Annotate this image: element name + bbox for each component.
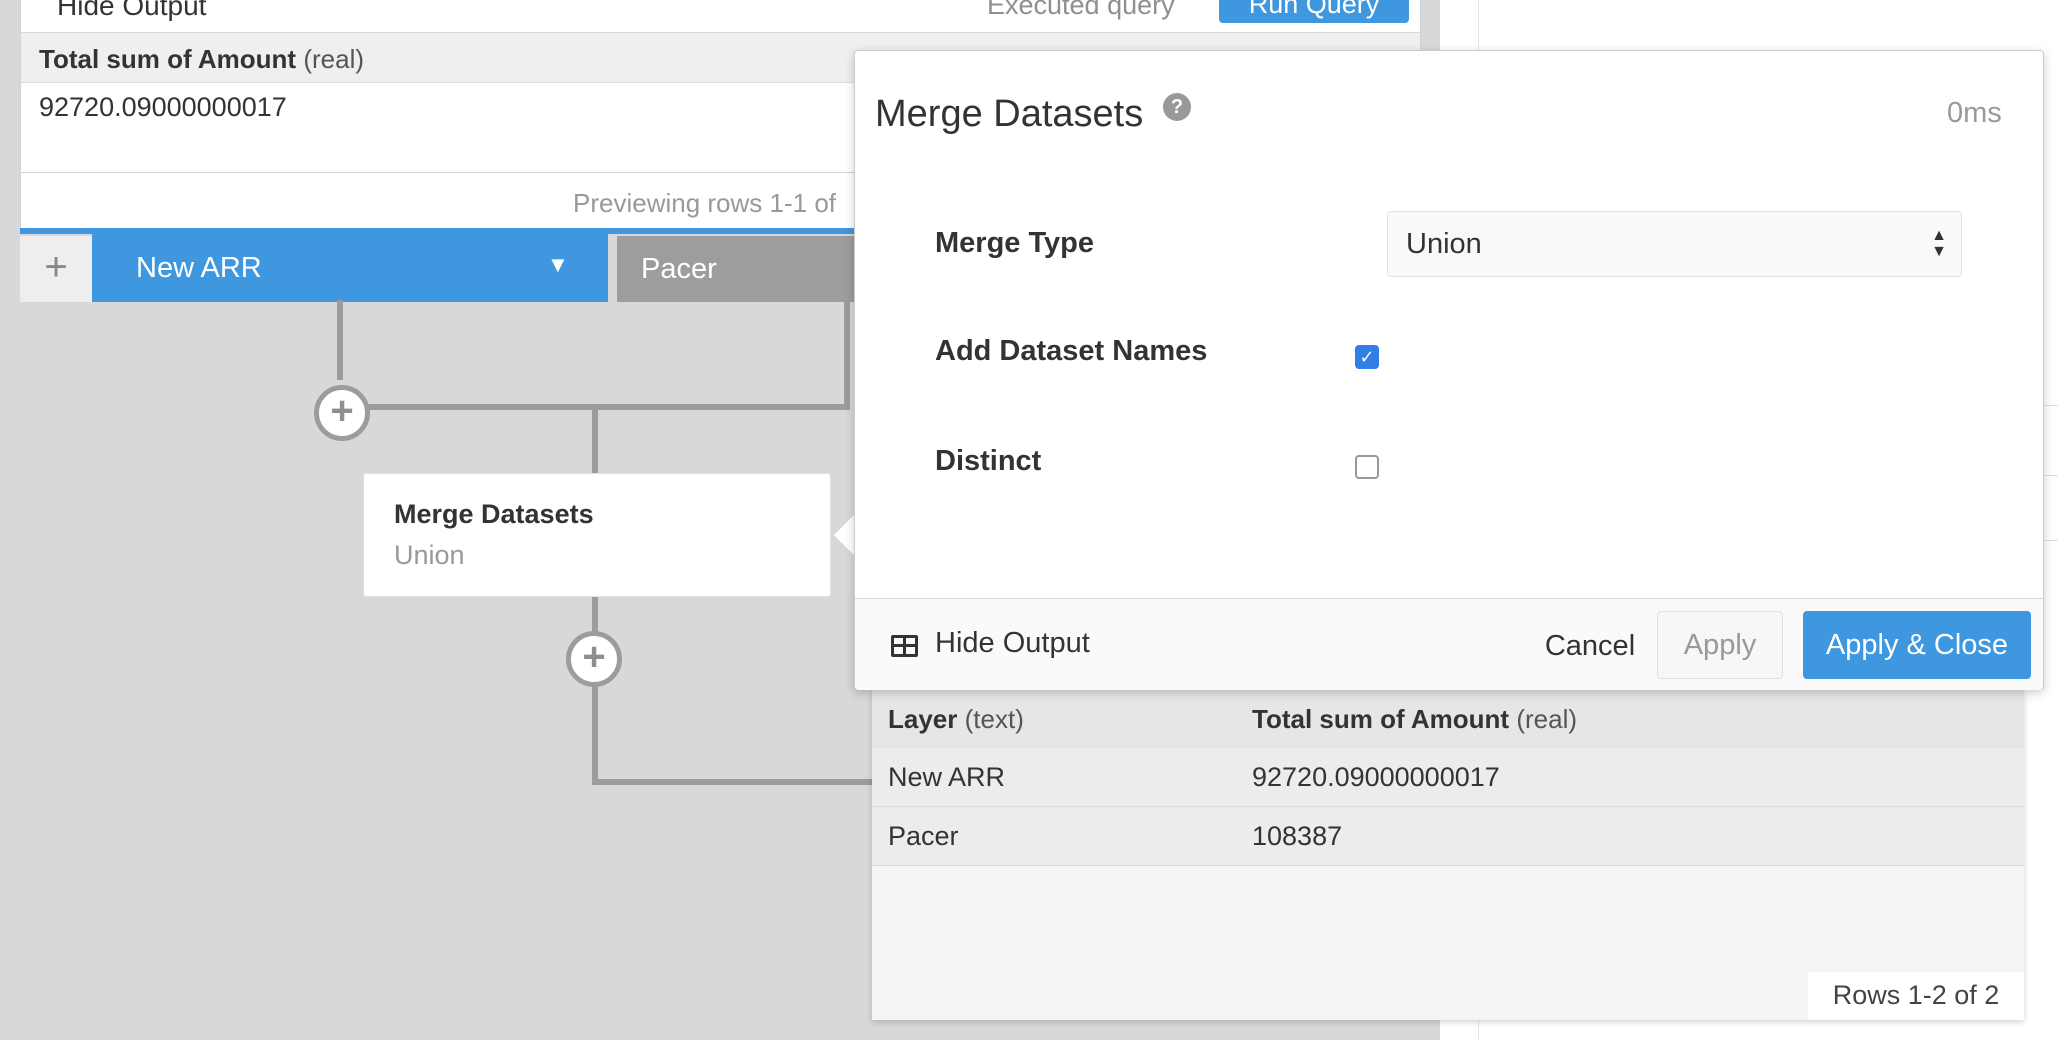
add-dataset-names-checkbox[interactable]: ✓	[1355, 345, 1379, 369]
tab-pacer[interactable]: Pacer	[617, 236, 877, 302]
merge-type-label: Merge Type	[935, 227, 1095, 259]
apply-and-close-button[interactable]: Apply & Close	[1803, 611, 2031, 679]
add-step-button[interactable]: +	[314, 385, 370, 441]
connector-line	[592, 685, 598, 785]
distinct-label: Distinct	[935, 445, 1042, 477]
connector-line	[592, 404, 598, 474]
top-hide-output-link[interactable]: Hide Output	[57, 0, 206, 22]
merge-type-value: Union	[1406, 228, 1482, 260]
rows-count-label: Rows 1-2 of 2	[1808, 972, 2024, 1020]
distinct-checkbox[interactable]	[1355, 455, 1379, 479]
table-cell: Pacer	[888, 821, 959, 851]
cancel-button[interactable]: Cancel	[1515, 613, 1665, 679]
select-arrows-icon: ▲ ▼	[1931, 227, 1947, 260]
executed-query-status: Executed query	[987, 0, 1175, 20]
merge-datasets-node[interactable]: Merge Datasets Union	[363, 473, 831, 597]
run-query-button[interactable]: Run Query	[1219, 0, 1409, 23]
help-icon[interactable]: ?	[1163, 93, 1191, 121]
tab-label: Pacer	[641, 253, 717, 285]
column-header: Total sum of Amount (real)	[1252, 704, 1577, 734]
tab-new-arr[interactable]: New ARR ▼	[92, 230, 608, 302]
modal-title: Merge Datasets	[875, 93, 1144, 135]
tab-label: New ARR	[136, 252, 262, 284]
column-header: Layer (text)	[888, 704, 1024, 734]
table-cell: 92720.09000000017	[39, 92, 287, 122]
node-subtitle: Union	[394, 540, 465, 570]
timing-label: 0ms	[1947, 97, 2002, 129]
table-cell: New ARR	[888, 762, 1006, 792]
node-title: Merge Datasets	[394, 499, 594, 529]
connector-line	[337, 300, 343, 380]
caret-down-icon[interactable]: ▼	[547, 252, 569, 278]
apply-button[interactable]: Apply	[1657, 611, 1783, 679]
previewing-rows-text: Previewing rows 1-1 of	[573, 188, 836, 218]
add-dataset-button[interactable]: +	[20, 236, 92, 302]
results-table-header: Layer (text) Total sum of Amount (real)	[872, 690, 2024, 748]
add-step-button[interactable]: +	[566, 631, 622, 687]
hide-output-link[interactable]: Hide Output	[935, 627, 1090, 660]
table-cell: 108387	[1252, 821, 1343, 851]
add-dataset-names-label: Add Dataset Names	[935, 335, 1208, 367]
table-row: Pacer 108387	[872, 807, 2024, 866]
table-icon	[891, 635, 918, 657]
merge-type-select[interactable]: Union ▲ ▼	[1387, 211, 1962, 277]
connector-line	[844, 300, 850, 410]
top-output-toolbar: Hide Output Executed query Run Query	[21, 0, 1420, 33]
checkmark-icon: ✓	[1359, 347, 1375, 367]
table-cell: 92720.09000000017	[1252, 762, 1500, 792]
modal-pointer-arrow	[834, 513, 856, 557]
modal-footer: Hide Output Cancel Apply Apply & Close	[855, 598, 2043, 690]
column-header: Total sum of Amount (real)	[39, 44, 364, 74]
results-table: Layer (text) Total sum of Amount (real) …	[872, 690, 2024, 1020]
merge-datasets-modal: Merge Datasets ? 0ms Merge Type Union ▲ ▼…	[854, 50, 2044, 690]
connector-line	[592, 779, 877, 785]
table-row: New ARR 92720.09000000017	[872, 748, 2024, 807]
